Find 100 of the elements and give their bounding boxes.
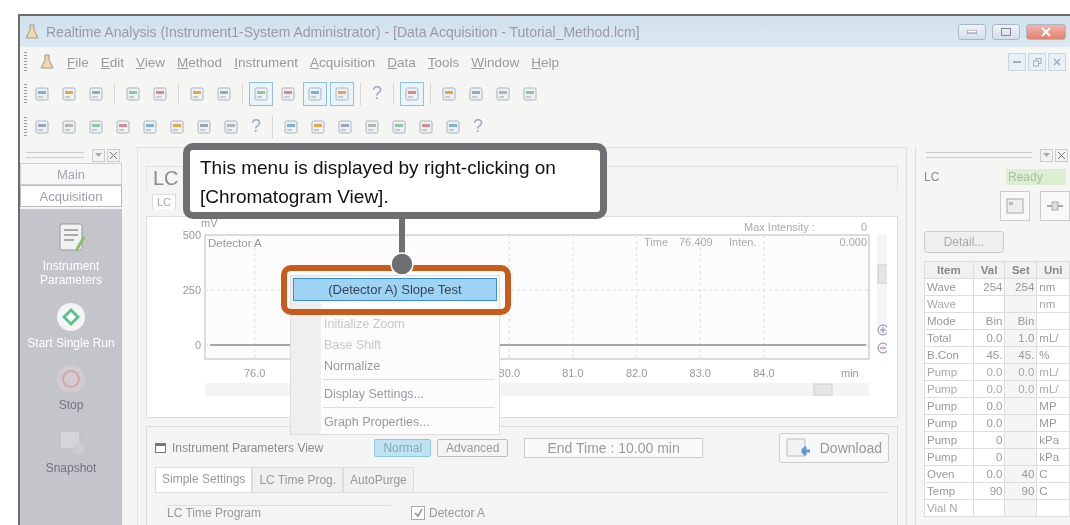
- view-title: LC: [153, 167, 179, 190]
- vertical-scrollbar[interactable]: [877, 235, 887, 327]
- close-button[interactable]: [1026, 23, 1066, 40]
- minimize-icon: [967, 29, 977, 34]
- help-button[interactable]: ?: [468, 116, 489, 137]
- detail-button[interactable]: Detail...: [924, 231, 1004, 253]
- tool-icon: [189, 85, 205, 102]
- device-button[interactable]: [1040, 191, 1070, 221]
- tool-icon: [404, 85, 420, 102]
- settings-tab[interactable]: Simple Settings: [155, 467, 253, 492]
- menu-item[interactable]: Tools: [427, 54, 460, 70]
- x-tick-label: 83.0: [689, 367, 711, 379]
- time-label: Time: [644, 236, 669, 248]
- tool-icon: [307, 85, 323, 102]
- menu-item[interactable]: View: [136, 54, 166, 70]
- help-button[interactable]: ?: [246, 116, 266, 137]
- checkmark-icon: [413, 508, 423, 517]
- restore-icon: [1032, 57, 1042, 67]
- tool-icon: [61, 118, 77, 135]
- menu-item[interactable]: Display Settings...: [293, 383, 497, 404]
- mode-toggle[interactable]: Normal: [374, 439, 432, 457]
- menu-item[interactable]: Data: [387, 54, 416, 70]
- close-button[interactable]: [1048, 53, 1066, 71]
- menu-item[interactable]: Acquisition: [309, 54, 376, 70]
- settings-tab[interactable]: AutoPurge: [343, 467, 414, 492]
- column-header: Set: [1004, 261, 1037, 279]
- mode-toggle[interactable]: Advanced: [437, 439, 509, 457]
- intensity-value: 0.000: [839, 236, 867, 248]
- tool-icon: [441, 85, 457, 102]
- device-icon: [1006, 197, 1024, 215]
- menu-item[interactable]: (Detector A) Slope Test: [293, 278, 497, 301]
- menu-item[interactable]: Window: [471, 54, 520, 70]
- minimize-button[interactable]: [1008, 53, 1026, 71]
- column-header: Uni: [1036, 261, 1070, 279]
- toolbar-button[interactable]: [330, 81, 354, 106]
- y-axis-unit: mV: [201, 217, 218, 229]
- x-tick-label: 81.0: [562, 367, 584, 379]
- detector-checkbox[interactable]: Detector A: [411, 505, 486, 520]
- menu-item[interactable]: Edit: [100, 54, 125, 70]
- menu-item[interactable]: Graph Properties...: [293, 411, 497, 432]
- column-header: Item: [924, 261, 974, 279]
- minimize-icon: [1013, 61, 1021, 63]
- tool-icon: [253, 85, 269, 102]
- nav-tab[interactable]: Main: [20, 163, 122, 185]
- intensity-label: Inten.: [729, 236, 757, 248]
- panel-title: Instrument Parameters View: [172, 441, 324, 455]
- tool-icon: [142, 118, 158, 135]
- dropdown-button[interactable]: [1040, 148, 1053, 162]
- maximize-icon: [1001, 27, 1011, 36]
- x-axis-unit: min: [841, 367, 859, 379]
- tool-icon: [88, 118, 104, 135]
- menu-item[interactable]: Method: [177, 54, 223, 70]
- toolbar-button[interactable]: [400, 81, 424, 106]
- tool-icon: [468, 85, 484, 102]
- close-button[interactable]: [1055, 148, 1068, 162]
- tool-icon: [283, 118, 299, 135]
- close-icon: [1041, 26, 1051, 37]
- help-button[interactable]: ?: [367, 83, 387, 104]
- tool-icon: [522, 85, 538, 102]
- menu-item[interactable]: Help: [531, 54, 560, 70]
- tool-icon: [196, 118, 212, 135]
- settings-tab[interactable]: LC Time Prog.: [252, 467, 344, 492]
- close-button[interactable]: [107, 148, 120, 162]
- tool-icon: [334, 85, 350, 102]
- tool-icon: [223, 118, 239, 135]
- connector-icon: [1046, 199, 1064, 213]
- menu-item[interactable]: Instrument: [234, 54, 298, 70]
- start-icon: [56, 301, 86, 332]
- restore-button[interactable]: [1028, 53, 1046, 71]
- toolbar-button[interactable]: [303, 81, 327, 106]
- menu-item[interactable]: Normalize: [293, 355, 497, 376]
- view-tab[interactable]: LC: [152, 194, 177, 209]
- sidebar-item[interactable]: Start Single Run: [26, 301, 116, 351]
- minimize-button[interactable]: [958, 23, 986, 40]
- device-button[interactable]: [1000, 191, 1030, 221]
- tool-icon: [445, 118, 461, 135]
- flask-icon: [39, 54, 55, 70]
- max-intensity-label: Max Intensity :: [744, 221, 815, 233]
- dropdown-button[interactable]: [92, 148, 105, 162]
- callout: This menu is displayed by right-clicking on [Chromatogram View].: [183, 143, 607, 219]
- menu-item[interactable]: File: [67, 54, 89, 70]
- sidebar-item[interactable]: Instrument Parameters: [26, 221, 116, 288]
- column-header: Val: [973, 261, 1005, 279]
- tool-icon: [169, 118, 185, 135]
- tool-icon: [34, 118, 50, 135]
- zoom-in-icon[interactable]: [877, 324, 887, 336]
- x-tick-label: 84.0: [753, 367, 775, 379]
- tool-icon: [61, 85, 77, 102]
- tool-icon: [152, 85, 168, 102]
- tool-icon: [216, 85, 232, 102]
- tool-icon: [337, 118, 353, 135]
- caret-icon: [95, 153, 102, 157]
- toolbar-button[interactable]: [249, 81, 273, 106]
- tool-icon: [495, 85, 511, 102]
- nav-tab[interactable]: Acquisition: [20, 185, 122, 207]
- tool-icon: [34, 85, 50, 102]
- zoom-out-icon[interactable]: [877, 342, 887, 354]
- download-button[interactable]: Download: [778, 433, 889, 463]
- maximize-button[interactable]: [992, 23, 1020, 40]
- y-tick-label: 500: [182, 229, 201, 241]
